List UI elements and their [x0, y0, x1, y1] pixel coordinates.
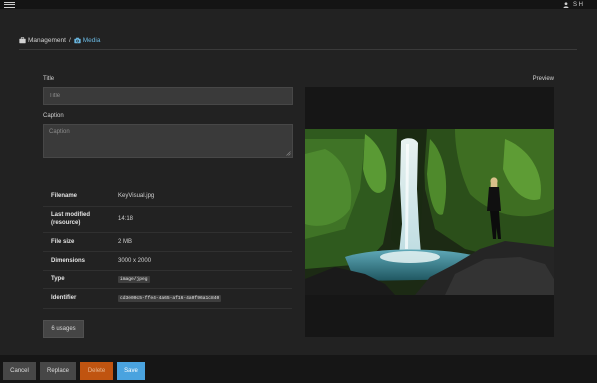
- filename-label: Filename: [43, 186, 118, 207]
- save-button[interactable]: Save: [117, 362, 145, 380]
- table-row: Last modified (resource) 14:18: [43, 206, 292, 233]
- user-menu[interactable]: S H: [563, 0, 583, 9]
- footer-action-bar: Cancel Replace Delete Save: [0, 355, 597, 383]
- filename-value: KeyVisual.jpg: [118, 186, 292, 207]
- breadcrumb-separator: /: [68, 36, 71, 44]
- title-input[interactable]: [43, 87, 293, 105]
- cancel-button[interactable]: Cancel: [3, 362, 36, 380]
- preview-image: [305, 129, 554, 295]
- identifier-cell: cd3e00c5-ffe4-4a65-af16-4a0f96a1c840: [118, 288, 292, 309]
- title-label: Title: [43, 76, 55, 82]
- camera-icon: [74, 37, 81, 43]
- user-icon: [563, 1, 569, 8]
- table-row: Type image/jpeg: [43, 270, 292, 289]
- table-row: Identifier cd3e00c5-ffe4-4a65-af16-4a0f9…: [43, 288, 292, 309]
- delete-button[interactable]: Delete: [80, 362, 113, 380]
- menu-line: [3, 6, 15, 8]
- type-label: Type: [43, 270, 118, 289]
- dimensions-label: Dimensions: [43, 251, 118, 271]
- last-modified-value: 14:18: [118, 206, 292, 233]
- caption-label: Caption: [43, 113, 64, 119]
- breadcrumb-label-media: Media: [82, 36, 101, 44]
- file-size-label: File size: [43, 232, 118, 252]
- menu-line: [3, 1, 15, 3]
- header-divider: [19, 49, 577, 50]
- table-row: File size 2 MB: [43, 232, 292, 252]
- file-size-value: 2 MB: [118, 232, 292, 252]
- type-value: image/jpeg: [118, 275, 150, 283]
- last-modified-label: Last modified (resource): [43, 206, 118, 233]
- table-row: Dimensions 3000 x 2000: [43, 251, 292, 271]
- metadata-table: Filename KeyVisual.jpg Last modified (re…: [43, 186, 292, 309]
- caption-textarea[interactable]: [43, 124, 293, 158]
- usages-button[interactable]: 6 usages: [43, 320, 84, 338]
- breadcrumb-item-media[interactable]: Media: [74, 36, 101, 44]
- preview-label: Preview: [532, 76, 554, 82]
- hamburger-menu-icon[interactable]: [0, 0, 18, 9]
- top-bar: S H: [0, 0, 597, 9]
- type-cell: image/jpeg: [118, 270, 292, 289]
- user-initials: S H: [572, 1, 583, 8]
- identifier-value: cd3e00c5-ffe4-4a65-af16-4a0f96a1c840: [118, 294, 222, 302]
- resize-handle-icon[interactable]: [286, 151, 291, 156]
- breadcrumb-item-management[interactable]: Management: [19, 37, 66, 44]
- identifier-label: Identifier: [43, 288, 118, 309]
- briefcase-icon: [19, 36, 26, 43]
- dimensions-value: 3000 x 2000: [118, 251, 292, 271]
- menu-line: [3, 4, 15, 5]
- breadcrumb-label-management: Management: [28, 36, 66, 44]
- replace-button[interactable]: Replace: [40, 362, 76, 380]
- table-row: Filename KeyVisual.jpg: [43, 186, 292, 207]
- breadcrumb: Management / Media: [19, 36, 100, 44]
- preview-frame: [305, 87, 554, 337]
